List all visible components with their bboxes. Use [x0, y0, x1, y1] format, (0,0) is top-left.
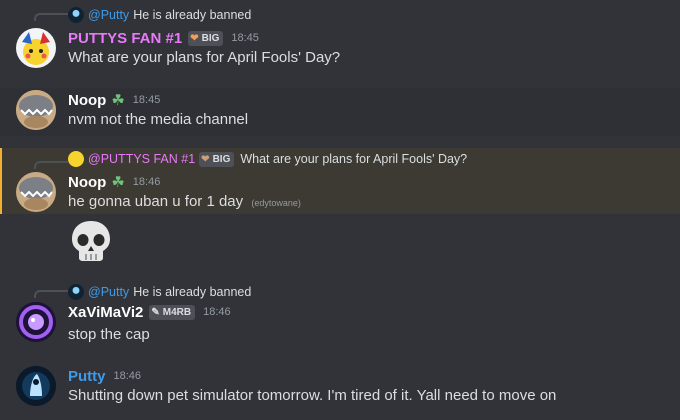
skull-emoji-icon: [72, 221, 110, 261]
timestamp[interactable]: 18:46: [114, 370, 142, 382]
username[interactable]: Noop: [68, 92, 106, 109]
message-text: What are your plans for April Fools' Day…: [68, 49, 341, 66]
reply-text: What are your plans for April Fools' Day…: [240, 152, 468, 166]
message-text: he gonna uban u for 1 day: [68, 193, 244, 210]
message-2[interactable]: Noop ☘ 18:45 nvm not the media channel: [0, 88, 680, 136]
purple-orb-avatar-icon: [16, 302, 56, 342]
role-badge[interactable]: ❤ BIG: [188, 30, 224, 46]
edited-label[interactable]: (edytowane): [251, 198, 301, 208]
avatar[interactable]: [16, 302, 56, 342]
message-header: Noop ☘ 18:46: [68, 172, 160, 192]
username[interactable]: Noop: [68, 174, 106, 191]
message-header: Putty 18:46: [68, 366, 141, 386]
shark-avatar-icon: [16, 172, 56, 212]
message-text-line: he gonna uban u for 1 day (edytowane): [68, 192, 301, 212]
message-3[interactable]: @PUTTYS FAN #1 ❤ BIG What are your plans…: [0, 148, 680, 214]
message-4[interactable]: @Putty He is already banned XaViMaVi2 ✎ …: [0, 280, 680, 348]
message-header: PUTTYS FAN #1 ❤ BIG 18:45: [68, 28, 259, 48]
avatar[interactable]: [16, 90, 56, 130]
message-text: Shutting down pet simulator tomorrow. I'…: [68, 387, 557, 404]
reply-author[interactable]: @Putty: [88, 285, 129, 299]
shark-avatar-icon: [16, 90, 56, 130]
message-header: Noop ☘ 18:45: [68, 90, 160, 110]
username[interactable]: PUTTYS FAN #1: [68, 30, 182, 47]
timestamp[interactable]: 18:46: [203, 306, 231, 318]
mention-highlight-bar: [0, 148, 2, 214]
timestamp[interactable]: 18:45: [133, 94, 161, 106]
reply-author[interactable]: @Putty: [88, 8, 129, 22]
reply-connector: [34, 290, 68, 298]
reply-preview[interactable]: @Putty He is already banned: [68, 284, 251, 300]
timestamp[interactable]: 18:45: [231, 32, 259, 44]
message-header: XaViMaVi2 ✎ M4RB 18:46: [68, 302, 231, 322]
putty-mini-avatar: [68, 284, 84, 300]
reply-preview[interactable]: @PUTTYS FAN #1 ❤ BIG What are your plans…: [68, 151, 467, 167]
putty-mini-avatar: [68, 7, 84, 23]
reply-author[interactable]: @PUTTYS FAN #1: [88, 152, 195, 166]
feather-icon: ✎: [151, 306, 160, 318]
message-text: nvm not the media channel: [68, 111, 249, 128]
pikachu-avatar-icon: [22, 32, 50, 65]
avatar[interactable]: [16, 28, 56, 68]
message-3-emoji[interactable]: [0, 214, 680, 270]
avatar[interactable]: [16, 172, 56, 212]
pikachu-mini-avatar: [68, 151, 84, 167]
username[interactable]: Putty: [68, 368, 106, 385]
message-1[interactable]: @Putty He is already banned PUTTYS FAN #…: [0, 0, 680, 80]
message-text: stop the cap: [68, 326, 150, 343]
message-5[interactable]: Putty 18:46 Shutting down pet simulator …: [0, 362, 680, 416]
role-badge[interactable]: ✎ M4RB: [149, 304, 196, 320]
reply-text: He is already banned: [133, 285, 252, 299]
clover-icon: ☘: [111, 91, 125, 109]
reply-connector: [34, 13, 68, 21]
putty-avatar-icon: [16, 366, 56, 406]
clover-icon: ☘: [111, 173, 125, 191]
username[interactable]: XaViMaVi2: [68, 304, 143, 321]
heart-icon: ❤: [201, 153, 210, 165]
reply-connector: [34, 161, 68, 169]
role-badge: ❤ BIG: [199, 151, 235, 167]
reply-preview[interactable]: @Putty He is already banned: [68, 7, 251, 23]
avatar[interactable]: [16, 366, 56, 406]
reply-text: He is already banned: [133, 8, 252, 22]
timestamp[interactable]: 18:46: [133, 176, 161, 188]
heart-icon: ❤: [190, 32, 199, 44]
